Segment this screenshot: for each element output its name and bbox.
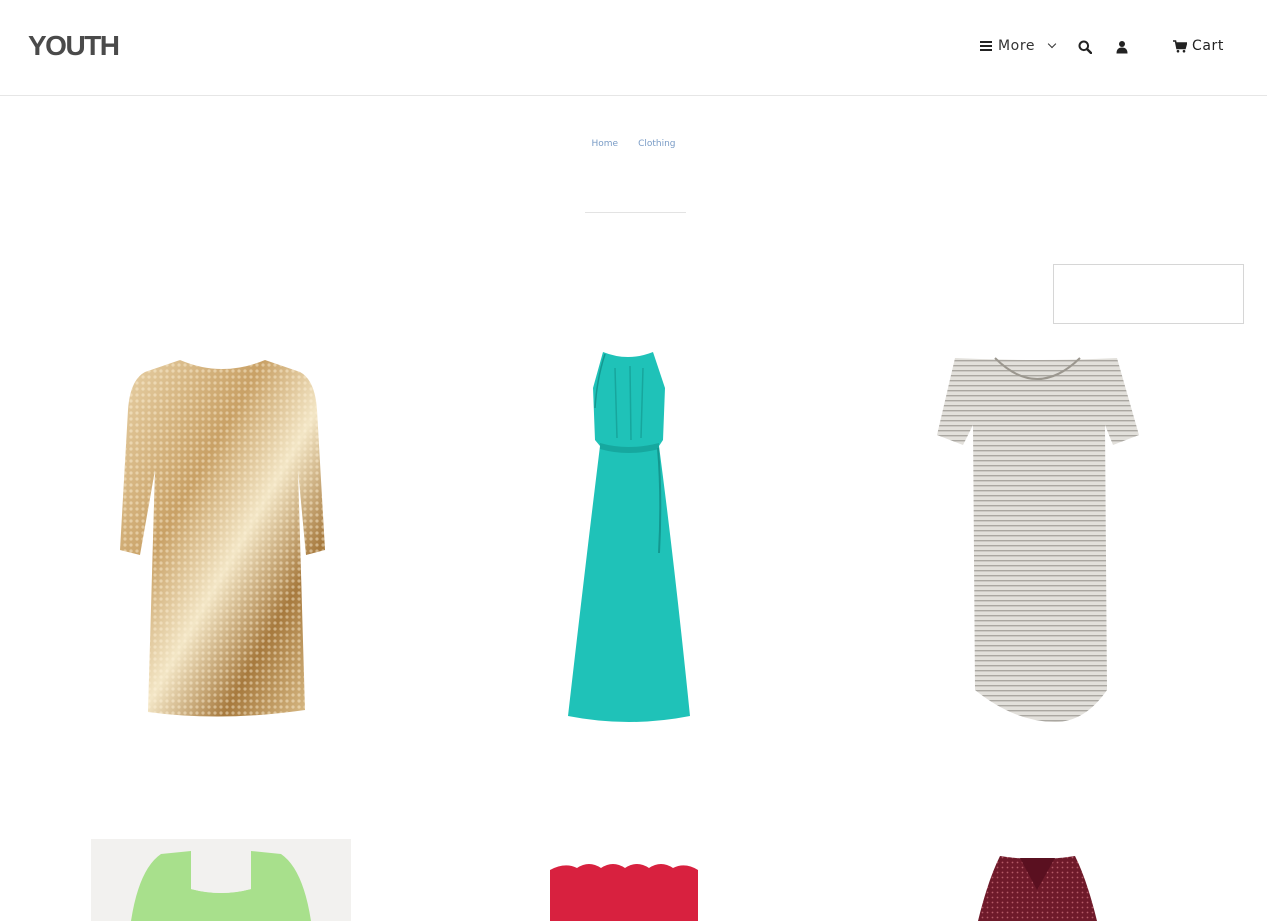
grey-striped-dress-image	[937, 357, 1139, 722]
product-card[interactable]	[975, 850, 1100, 921]
red-dress-image	[550, 864, 698, 921]
site-logo[interactable]: YOUTH	[28, 30, 120, 62]
product-card[interactable]	[485, 852, 771, 921]
user-icon[interactable]	[1116, 40, 1128, 54]
breadcrumb: Home Clothing	[0, 139, 1267, 149]
breadcrumb-home-link[interactable]: Home	[591, 139, 618, 149]
bars-icon	[980, 41, 992, 51]
cart-label: Cart	[1192, 38, 1224, 54]
more-menu-label: More	[998, 38, 1036, 54]
search-icon[interactable]	[1078, 40, 1092, 54]
chevron-down-icon	[1047, 39, 1057, 49]
sort-select[interactable]	[1053, 264, 1244, 324]
green-dress-image	[91, 839, 351, 921]
product-card[interactable]	[91, 839, 351, 921]
site-header: YOUTH More Cart	[0, 0, 1267, 96]
breadcrumb-clothing-link[interactable]: Clothing	[638, 139, 675, 149]
gold-sequin-dress-image	[120, 360, 325, 717]
product-card[interactable]	[555, 348, 705, 728]
product-card[interactable]	[935, 350, 1141, 726]
cart-icon	[1173, 39, 1187, 52]
more-menu-button[interactable]: More	[980, 38, 1057, 54]
title-divider	[585, 212, 686, 213]
product-card[interactable]	[110, 350, 335, 725]
burgundy-dress-image	[978, 856, 1097, 921]
turquoise-dress-image	[568, 352, 690, 722]
cart-button[interactable]: Cart	[1173, 38, 1224, 54]
